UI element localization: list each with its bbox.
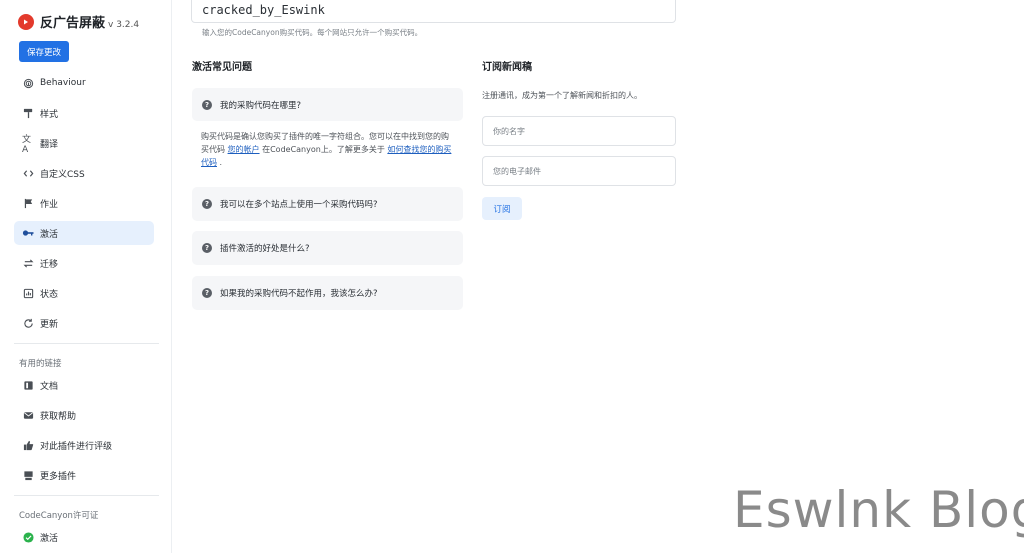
faq-question: 插件激活的好处是什么? (220, 244, 310, 254)
license-heading: CodeCanyon许可证 (19, 511, 99, 521)
translate-icon: 文A (22, 134, 32, 155)
faq-answer: 购买代码是确认您购买了插件的唯一字符组合。您可以在中找到您的购买代码 您的帐户 … (201, 130, 456, 169)
sidebar-item-jobs[interactable]: 作业 (14, 191, 154, 215)
sidebar-link-help[interactable]: 获取帮助 (14, 403, 154, 427)
sidebar-link-label: 对此插件进行评级 (40, 441, 113, 452)
sidebar-item-label: Behaviour (40, 78, 86, 88)
sidebar-item-custom-css[interactable]: 自定义CSS (14, 161, 154, 185)
faq-answer-text: 在CodeCanyon上。了解更多关于 (262, 145, 385, 154)
question-icon: ? (202, 288, 212, 298)
store-icon (22, 469, 34, 481)
purchase-code-input[interactable]: cracked_by_Eswink (191, 0, 676, 23)
sidebar-link-label: 更多插件 (40, 471, 77, 482)
faq-title: 激活常见问题 (192, 62, 252, 73)
faq-item[interactable]: ? 我的采购代码在哪里? (192, 88, 463, 121)
sidebar-item-label: 更新 (40, 319, 59, 330)
sidebar-item-status[interactable]: 状态 (14, 281, 154, 305)
sidebar: 反广告屏蔽 v 3.2.4 保存更改 Behaviour 样式 文A 翻译 自定义… (0, 0, 172, 553)
refresh-icon (22, 317, 34, 329)
brand-logo-icon (18, 14, 34, 30)
faq-item[interactable]: ? 如果我的采购代码不起作用，我该怎么办? (192, 276, 463, 310)
purchase-code-value: cracked_by_Eswink (202, 2, 325, 17)
license-status: 激活 (14, 525, 154, 549)
swap-icon (22, 257, 34, 269)
newsletter-name-input[interactable] (482, 116, 676, 146)
sidebar-item-behaviour[interactable]: Behaviour (14, 71, 154, 95)
sidebar-item-label: 迁移 (40, 259, 59, 270)
mail-icon (22, 409, 34, 421)
save-changes-button[interactable]: 保存更改 (19, 41, 69, 62)
sidebar-item-label: 样式 (40, 109, 59, 120)
your-account-link[interactable]: 您的帐户 (228, 145, 260, 154)
question-icon: ? (202, 243, 212, 253)
sidebar-item-updates[interactable]: 更新 (14, 311, 154, 335)
faq-answer-text: . (219, 158, 223, 167)
sidebar-divider (14, 495, 159, 496)
sidebar-item-migration[interactable]: 迁移 (14, 251, 154, 275)
app-version: v 3.2.4 (108, 20, 140, 30)
sidebar-link-more-plugins[interactable]: 更多插件 (14, 463, 154, 487)
faq-item[interactable]: ? 我可以在多个站点上使用一个采购代码吗? (192, 187, 463, 221)
docs-icon (22, 379, 34, 391)
sidebar-link-docs[interactable]: 文档 (14, 373, 154, 397)
newsletter-description: 注册通讯，成为第一个了解新闻和折扣的人。 (482, 91, 642, 100)
faq-item[interactable]: ? 插件激活的好处是什么? (192, 231, 463, 265)
license-status-label: 激活 (40, 533, 59, 544)
sidebar-link-label: 文档 (40, 381, 59, 392)
thumbs-up-icon (22, 439, 34, 451)
sidebar-item-label: 自定义CSS (40, 169, 85, 180)
sidebar-item-label: 翻译 (40, 139, 59, 150)
sidebar-link-rate[interactable]: 对此插件进行评级 (14, 433, 154, 457)
purchase-code-hint: 输入您的CodeCanyon购买代码。每个网站只允许一个购买代码。 (202, 28, 423, 37)
sidebar-link-label: 获取帮助 (40, 411, 77, 422)
paint-roller-icon (22, 107, 34, 119)
faq-question: 我的采购代码在哪里? (220, 100, 302, 111)
newsletter-email-input[interactable] (482, 156, 676, 186)
sidebar-item-style[interactable]: 样式 (14, 101, 154, 125)
faq-question: 我可以在多个站点上使用一个采购代码吗? (220, 200, 378, 210)
sidebar-item-label: 激活 (40, 229, 59, 240)
useful-links-heading: 有用的链接 (19, 359, 62, 369)
subscribe-button[interactable]: 订阅 (482, 197, 522, 220)
sidebar-divider (14, 343, 159, 344)
code-icon (22, 167, 34, 179)
faq-question: 如果我的采购代码不起作用，我该怎么办? (220, 289, 378, 299)
key-icon (22, 227, 34, 239)
app-title: 反广告屏蔽 v 3.2.4 (40, 16, 140, 31)
newsletter-title: 订阅新闻稿 (482, 62, 532, 73)
sidebar-item-activation[interactable]: 激活 (14, 221, 154, 245)
question-icon: ? (202, 99, 212, 110)
sidebar-item-label: 作业 (40, 199, 59, 210)
question-icon: ? (202, 199, 212, 209)
watermark: Eswlnk Blog (733, 481, 1024, 539)
status-icon (22, 287, 34, 299)
brand: 反广告屏蔽 v 3.2.4 (18, 12, 139, 31)
sidebar-item-label: 状态 (40, 289, 59, 300)
check-circle-icon (22, 531, 34, 543)
flag-icon (22, 197, 34, 209)
fingerprint-icon (22, 77, 34, 89)
sidebar-item-translate[interactable]: 文A 翻译 (14, 131, 154, 155)
